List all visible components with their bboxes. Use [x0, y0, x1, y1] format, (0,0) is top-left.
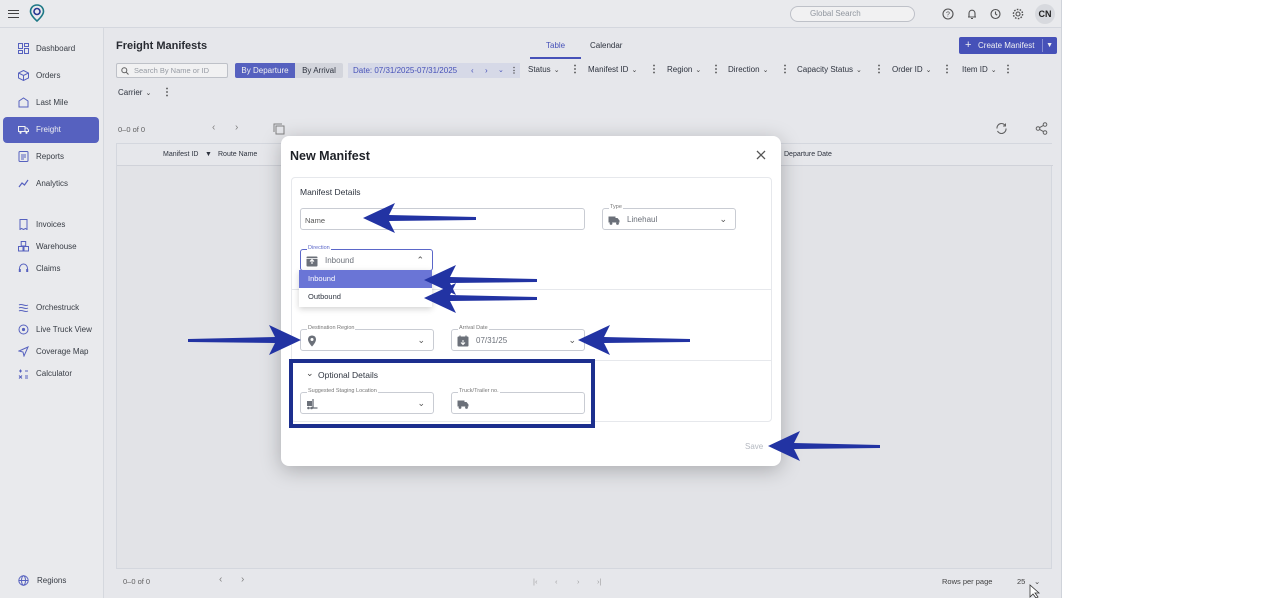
- destination-region-select[interactable]: Destination Region ⌄: [300, 325, 434, 351]
- option-outbound[interactable]: Outbound: [299, 288, 432, 306]
- manifest-details-heading: Manifest Details: [300, 187, 361, 197]
- location-pin-icon: [308, 335, 316, 347]
- chevron-down-icon: ⌄: [568, 335, 576, 345]
- calendar-icon: [457, 335, 469, 347]
- chevron-up-icon: ⌃: [416, 255, 424, 265]
- direction-value: Inbound: [325, 256, 354, 265]
- app-window: Global Search ? CN Dashboard Orders Last…: [0, 0, 1062, 598]
- name-placeholder: Name: [305, 216, 326, 225]
- optional-details-highlight: [289, 359, 595, 428]
- arrival-date-picker[interactable]: Arrival Date 07/31/25 ⌄: [451, 325, 585, 351]
- option-inbound[interactable]: Inbound: [299, 270, 432, 288]
- type-value: Linehaul: [627, 215, 658, 224]
- dialog-title: New Manifest: [290, 149, 370, 163]
- save-button[interactable]: Save: [745, 442, 763, 451]
- type-label: Type: [609, 204, 623, 210]
- mouse-cursor-icon: [1029, 584, 1041, 598]
- chevron-down-icon: ⌄: [417, 335, 425, 345]
- direction-options-list: Inbound Outbound: [299, 270, 432, 307]
- arrival-date-value: 07/31/25: [476, 336, 508, 345]
- type-select[interactable]: Type Linehaul ⌄: [602, 204, 736, 230]
- inbound-box-icon: [306, 256, 318, 267]
- close-icon[interactable]: [754, 148, 768, 162]
- name-field[interactable]: Name: [300, 208, 585, 230]
- direction-label: Direction: [307, 245, 331, 251]
- arrival-date-label: Arrival Date: [458, 325, 489, 331]
- destination-region-label: Destination Region: [307, 325, 356, 331]
- direction-select[interactable]: Direction Inbound ⌃: [300, 245, 433, 271]
- chevron-down-icon: ⌄: [719, 214, 727, 224]
- truck-icon: [608, 216, 620, 225]
